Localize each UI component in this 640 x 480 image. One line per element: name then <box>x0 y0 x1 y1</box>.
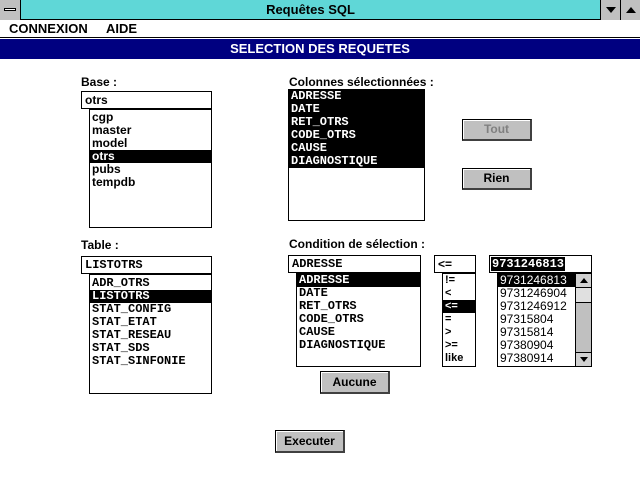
scroll-up-button[interactable] <box>576 274 591 288</box>
value-input-text: 9731246813 <box>491 257 566 271</box>
operator-list-item[interactable]: <= <box>443 300 475 313</box>
operator-list-item[interactable]: != <box>443 274 475 287</box>
condition-label: Condition de sélection : <box>289 237 426 251</box>
scroll-down-arrow-icon <box>580 357 588 362</box>
value-input[interactable]: 9731246813 <box>489 255 592 273</box>
menu-aide[interactable]: AIDE <box>106 21 137 37</box>
aucune-button[interactable]: Aucune <box>320 371 390 394</box>
title-bar: Requêtes SQL <box>0 0 640 20</box>
scroll-up-arrow-icon <box>580 278 588 283</box>
operator-list-item[interactable]: > <box>443 326 475 339</box>
operator-list[interactable]: != < <= = > >= like <box>442 273 476 367</box>
system-menu-icon <box>4 8 16 11</box>
window-title: Requêtes SQL <box>266 2 355 17</box>
condition-field-list[interactable]: ADRESSE DATE RET_OTRS CODE_OTRS CAUSE DIAGNOS… <box>296 273 421 367</box>
operator-list-item[interactable]: like <box>443 352 475 365</box>
columns-label: Colonnes sélectionnées : <box>289 75 434 89</box>
table-list-item[interactable]: STAT_SINFONIE <box>90 355 211 368</box>
table-input[interactable]: LISTOTRS <box>81 256 212 274</box>
condition-field-item[interactable]: DIAGNOSTIQUE <box>297 339 420 352</box>
operator-input[interactable]: <= <box>434 255 476 273</box>
base-list[interactable]: cgp master model otrs pubs tempdb <box>89 109 212 228</box>
minimize-button[interactable] <box>600 0 620 20</box>
base-label: Base : <box>81 75 118 89</box>
scroll-thumb[interactable] <box>576 288 591 303</box>
value-list[interactable]: 9731246813 9731246904 9731246912 97315804 97… <box>497 273 592 367</box>
rien-button[interactable]: Rien <box>462 168 532 190</box>
maximize-button[interactable] <box>620 0 640 20</box>
minimize-arrow-icon <box>606 7 616 13</box>
menu-connexion[interactable]: CONNEXION <box>9 21 88 37</box>
operator-list-item[interactable]: < <box>443 287 475 300</box>
operator-list-item[interactable]: = <box>443 313 475 326</box>
columns-list[interactable]: ADRESSE DATE RET_OTRS CODE_OTRS CAUSE DIAGNOS… <box>288 89 425 221</box>
operator-list-item[interactable]: >= <box>443 339 475 352</box>
value-list-scrollbar[interactable] <box>575 274 591 366</box>
section-banner: SELECTION DES REQUETES <box>0 39 640 59</box>
value-list-item[interactable]: 97380914 <box>498 352 575 365</box>
tout-button[interactable]: Tout <box>462 119 532 141</box>
base-list-item[interactable]: tempdb <box>90 176 211 189</box>
maximize-arrow-icon <box>626 7 636 13</box>
columns-list-item[interactable]: DIAGNOSTIQUE <box>289 155 424 168</box>
condition-field-input[interactable]: ADRESSE <box>288 255 421 273</box>
base-input[interactable]: otrs <box>81 91 212 109</box>
scroll-down-button[interactable] <box>576 352 591 366</box>
system-menu-button[interactable] <box>0 0 21 20</box>
executer-button[interactable]: Executer <box>275 430 345 453</box>
menu-bar: CONNEXION AIDE <box>0 20 640 38</box>
table-list[interactable]: ADR_OTRS LISTOTRS STAT_CONFIG STAT_ETAT STAT… <box>89 274 212 394</box>
table-label: Table : <box>81 238 119 252</box>
